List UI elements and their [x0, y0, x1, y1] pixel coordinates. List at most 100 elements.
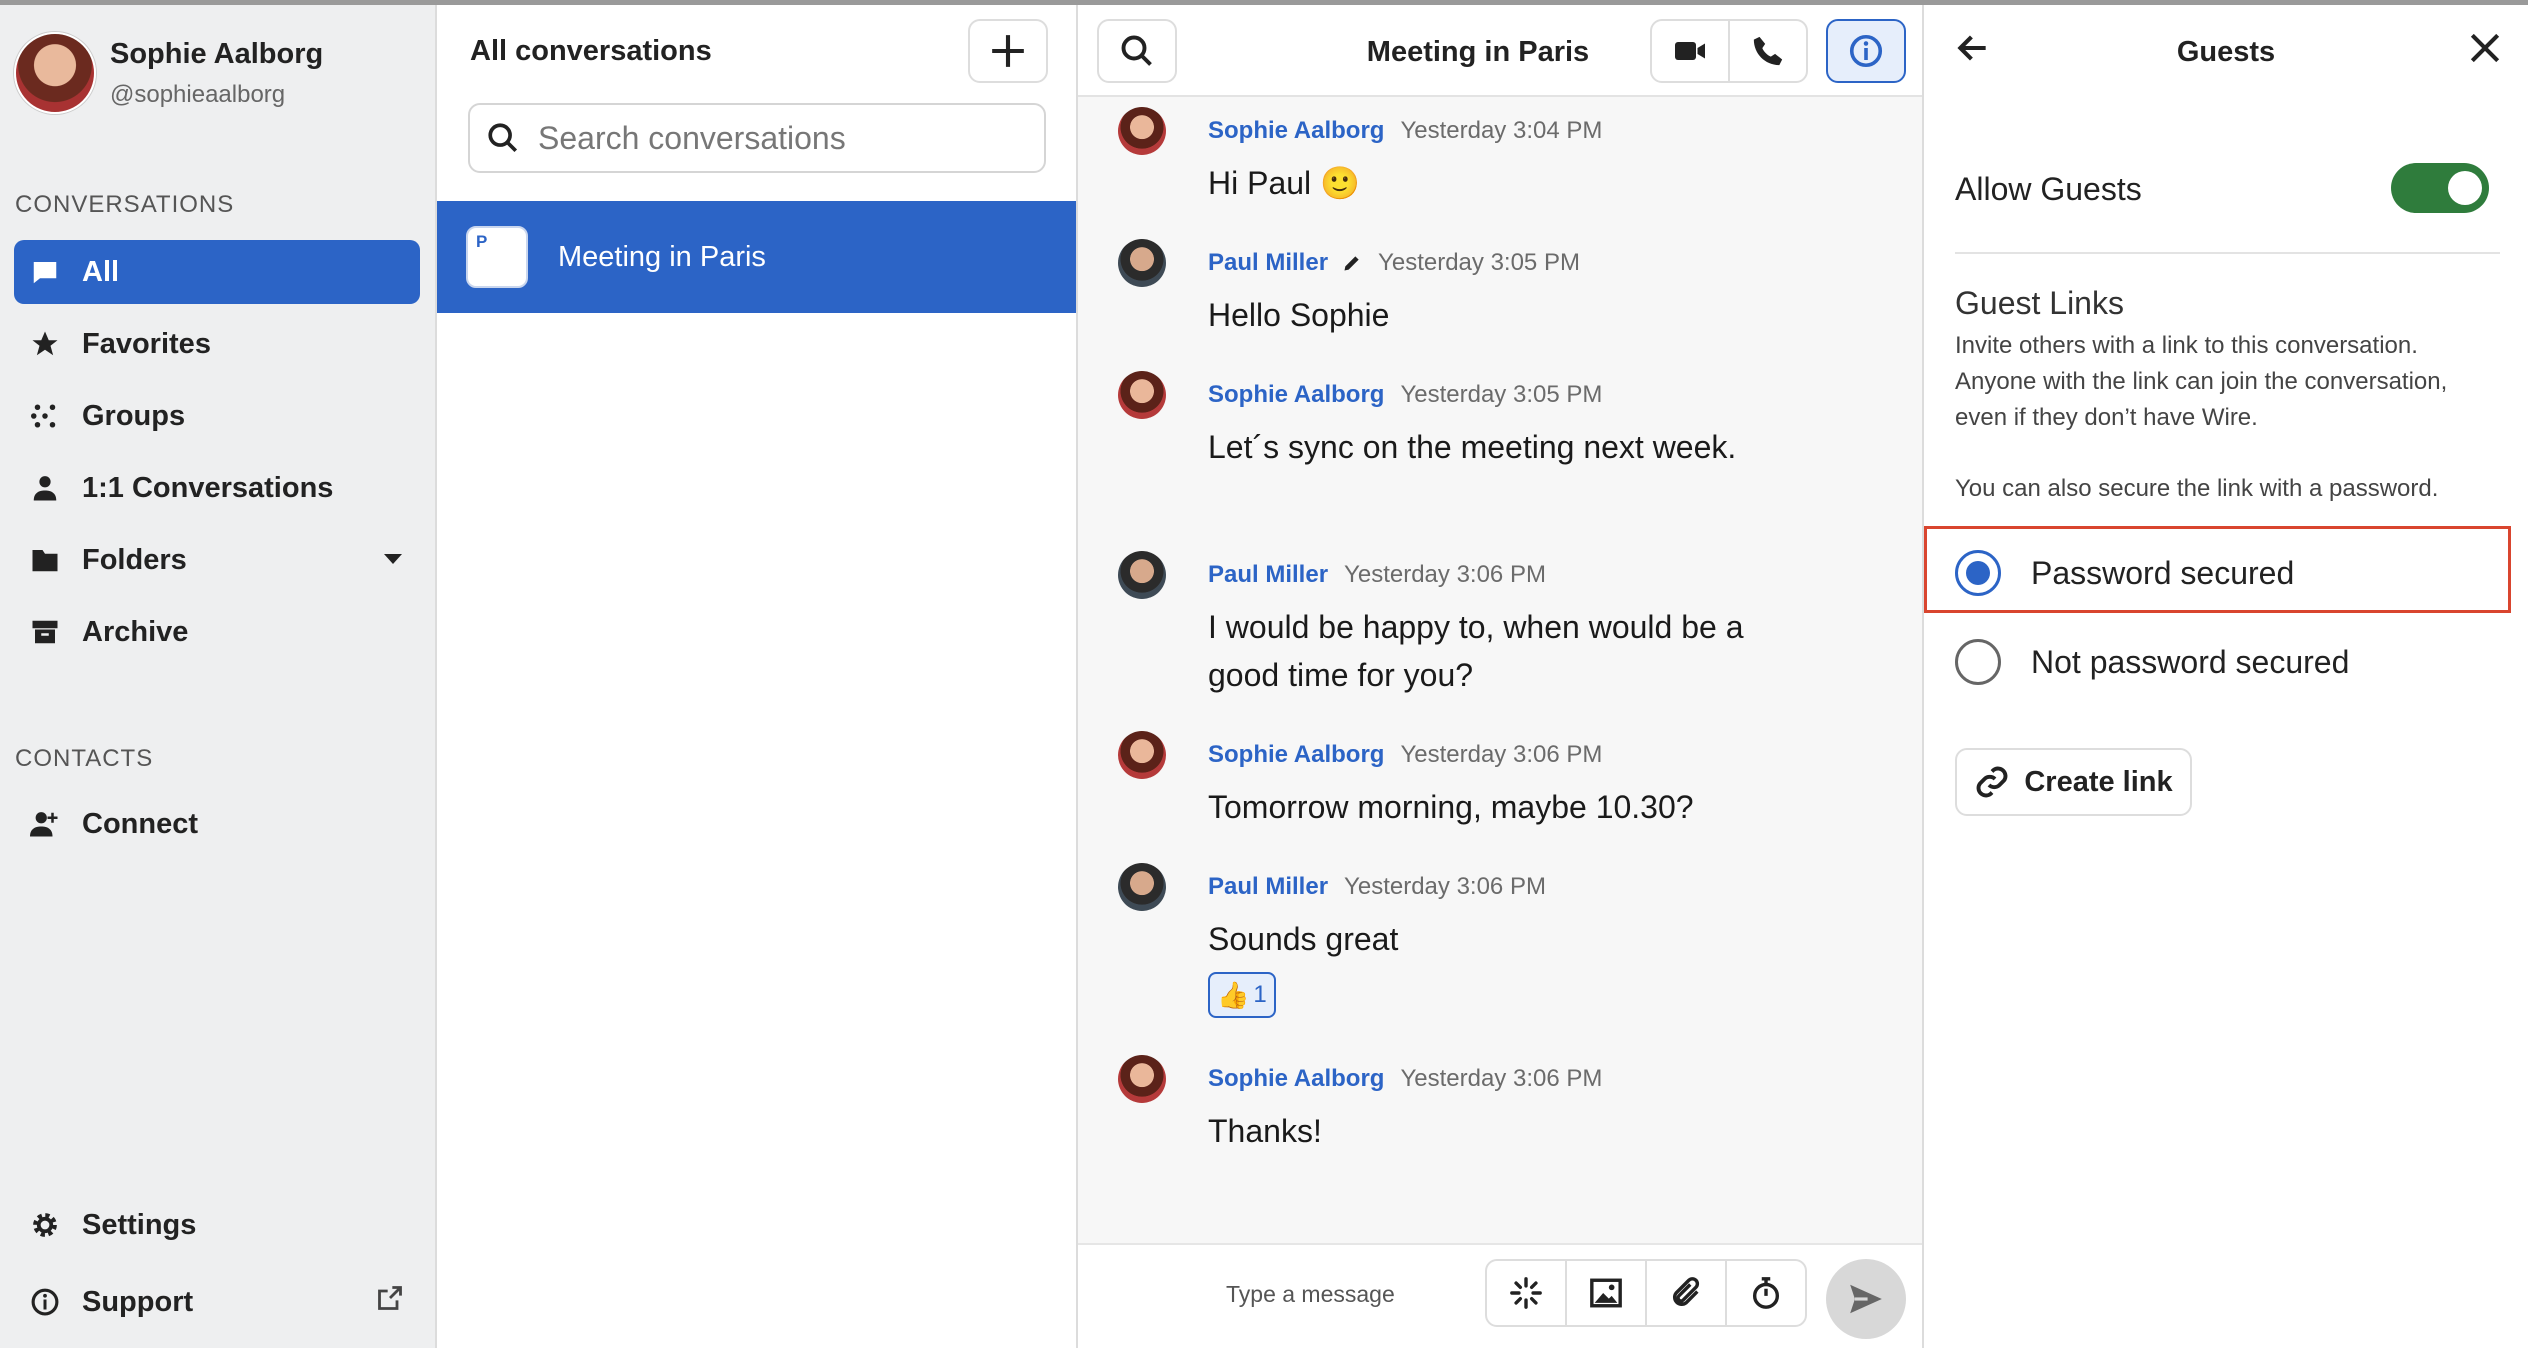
toggle-knob	[2448, 171, 2482, 205]
avatar[interactable]	[1118, 551, 1166, 599]
sidebar-item-archive[interactable]: Archive	[14, 600, 420, 664]
chat-panel: Meeting in Paris Sophie Aalborg Yesterda…	[1078, 5, 1924, 1348]
folder-icon	[28, 543, 62, 577]
image-button[interactable]	[1567, 1261, 1647, 1325]
conversation-info-button[interactable]	[1826, 19, 1906, 83]
archive-icon	[28, 615, 62, 649]
password-note: You can also secure the link with a pass…	[1955, 475, 2439, 502]
chat-bubble-icon	[28, 255, 62, 289]
paperclip-icon	[1672, 1277, 1700, 1307]
user-handle: @sophieaalborg	[110, 80, 286, 108]
timed-message-button[interactable]	[1727, 1261, 1805, 1325]
sidebar-item-label: 1:1 Conversations	[82, 471, 334, 504]
attach-file-button[interactable]	[1647, 1261, 1727, 1325]
conversations-section-label: CONVERSATIONS	[15, 191, 235, 218]
divider	[1955, 252, 2500, 254]
message-time: Yesterday 3:05 PM	[1378, 249, 1580, 276]
message-author[interactable]: Paul Miller	[1208, 873, 1328, 901]
conversation-search[interactable]	[468, 103, 1046, 173]
panel-title: Guests	[2176, 36, 2276, 68]
message-time: Yesterday 3:06 PM	[1344, 561, 1546, 588]
close-icon	[2470, 33, 2500, 63]
sidebar-item-favorites[interactable]: Favorites	[14, 312, 420, 376]
avatar[interactable]	[1118, 1055, 1166, 1103]
external-link-icon	[376, 1284, 404, 1320]
sidebar-item-folders[interactable]: Folders	[14, 528, 420, 592]
sidebar-item-label: Archive	[82, 615, 189, 648]
sidebar-item-all[interactable]: All	[14, 240, 420, 304]
sidebar-item-support[interactable]: Support	[14, 1270, 420, 1334]
star-icon	[28, 327, 62, 361]
guests-panel: Guests Allow Guests Guest Links Invite o…	[1924, 5, 2528, 1348]
avatar[interactable]	[1118, 731, 1166, 779]
contacts-section-label: CONTACTS	[15, 745, 154, 772]
chat-header: Meeting in Paris	[1078, 5, 1922, 97]
user-profile[interactable]: Sophie Aalborg @sophieaalborg	[14, 32, 323, 114]
timer-icon	[1752, 1277, 1780, 1309]
message-time: Yesterday 3:06 PM	[1400, 741, 1603, 768]
allow-guests-toggle[interactable]	[2391, 163, 2489, 213]
chat-title: Meeting in Paris	[1366, 36, 1590, 68]
create-link-button[interactable]: Create link	[1955, 748, 2192, 816]
video-call-button[interactable]	[1650, 19, 1730, 83]
message-text: good time for you?	[1208, 657, 1474, 693]
conversation-avatar: P	[466, 226, 528, 288]
message-text: Sounds great	[1208, 921, 1399, 957]
conversation-item[interactable]: P Meeting in Paris	[437, 201, 1076, 313]
message-time: Yesterday 3:06 PM	[1344, 873, 1546, 900]
guest-links-description: Invite others with a link to this conver…	[1955, 328, 2515, 436]
ping-button[interactable]	[1487, 1261, 1567, 1325]
guest-links-description-line: even if they don’t have Wire.	[1955, 404, 2258, 431]
message-text: Let´s sync on the meeting next week.	[1208, 429, 1737, 465]
sidebar-item-label: Folders	[82, 543, 187, 576]
message-time: Yesterday 3:04 PM	[1400, 117, 1603, 144]
message-input[interactable]	[1226, 1281, 1456, 1308]
new-conversation-button[interactable]	[968, 19, 1048, 83]
conversation-list: All conversations P Meeting in Paris	[437, 5, 1078, 1348]
phone-icon	[1753, 36, 1783, 66]
sidebar-item-one-to-one[interactable]: 1:1 Conversations	[14, 456, 420, 520]
reaction-count: 1	[1253, 981, 1267, 1008]
avatar[interactable]	[1118, 107, 1166, 155]
not-password-secured-option[interactable]: Not password secured	[1955, 639, 2349, 685]
radio-unselected[interactable]	[1955, 639, 2001, 685]
sidebar-item-groups[interactable]: Groups	[14, 384, 420, 448]
message-author[interactable]: Paul Miller	[1208, 561, 1328, 589]
sidebar-item-connect[interactable]: Connect	[14, 792, 420, 856]
close-button[interactable]	[2466, 29, 2504, 72]
search-icon	[1121, 35, 1152, 66]
guest-links-description-line: Invite others with a link to this conver…	[1955, 332, 2418, 359]
search-input[interactable]	[538, 119, 1018, 157]
avatar[interactable]	[1118, 239, 1166, 287]
create-link-label: Create link	[2024, 765, 2173, 798]
audio-call-button[interactable]	[1728, 19, 1808, 83]
radio-label: Not password secured	[2031, 643, 2350, 680]
message-author[interactable]: Sophie Aalborg	[1208, 1065, 1384, 1093]
conversation-list-title: All conversations	[470, 35, 712, 67]
conversation-name: Meeting in Paris	[558, 240, 766, 273]
avatar[interactable]	[1118, 371, 1166, 419]
link-icon	[1976, 766, 2008, 798]
message-text: Thanks!	[1208, 1113, 1322, 1149]
user-avatar	[14, 32, 96, 114]
person-icon	[28, 471, 62, 505]
info-icon	[1849, 34, 1883, 68]
video-icon	[1675, 42, 1705, 60]
avatar[interactable]	[1118, 863, 1166, 911]
chevron-down-icon[interactable]	[384, 554, 402, 564]
search-in-conversation-button[interactable]	[1097, 19, 1177, 83]
sidebar-item-label: Groups	[82, 399, 186, 432]
sidebar-item-settings[interactable]: Settings	[14, 1193, 420, 1257]
message-author[interactable]: Sophie Aalborg	[1208, 381, 1384, 409]
message-text: Hi Paul 🙂	[1208, 165, 1360, 201]
sidebar-item-label: Connect	[82, 807, 198, 840]
message-author[interactable]: Sophie Aalborg	[1208, 117, 1384, 145]
message-text: Tomorrow morning, maybe 10.30?	[1208, 789, 1694, 825]
reaction-badge[interactable]: 👍 1	[1208, 972, 1276, 1018]
conversation-avatar-letter: P	[476, 232, 488, 251]
sidebar-item-label: Support	[82, 1285, 194, 1318]
message-author[interactable]: Paul Miller	[1208, 249, 1328, 277]
send-button[interactable]	[1826, 1259, 1906, 1339]
message-author[interactable]: Sophie Aalborg	[1208, 741, 1384, 769]
selection-highlight-box	[1924, 526, 2511, 613]
